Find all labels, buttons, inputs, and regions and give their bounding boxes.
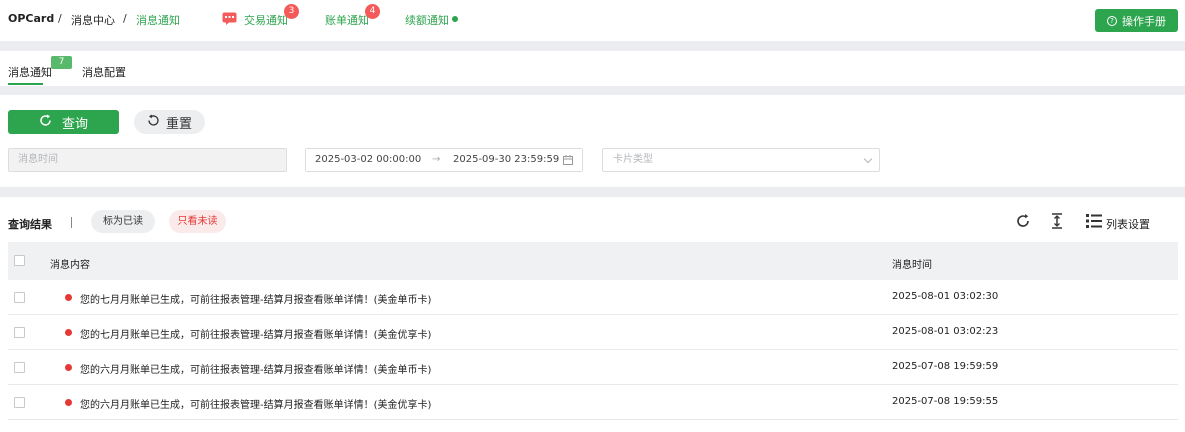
row-checkbox[interactable] (14, 292, 25, 303)
table-header: 消息内容 消息时间 (8, 242, 1178, 280)
refresh-icon (39, 114, 52, 131)
column-header-time[interactable]: 消息时间 (892, 256, 932, 271)
manual-button-label: 操作手册 (1122, 14, 1166, 28)
message-content[interactable]: 您的六月月账单已生成，可前往报表管理-结算月报查看账单详情！(美金单币卡) (80, 361, 431, 376)
query-button[interactable]: 查询 (8, 110, 119, 134)
message-time: 2025-08-01 03:02:23 (892, 326, 999, 337)
table-row[interactable]: 您的七月月账单已生成，可前往报表管理-结算月报查看账单详情！(美金优享卡) 20… (8, 315, 1178, 350)
row-height-icon[interactable] (1050, 213, 1064, 232)
tab-message-config[interactable]: 消息配置 (82, 64, 126, 80)
bill-notify-badge: 4 (365, 4, 380, 19)
results-title: 查询结果 (8, 218, 52, 231)
message-content[interactable]: 您的六月月账单已生成，可前往报表管理-结算月报查看账单详情！(美金优享卡) (80, 396, 431, 411)
message-time-input[interactable]: 消息时间 (8, 148, 287, 172)
row-checkbox[interactable] (14, 362, 25, 373)
row-checkbox[interactable] (14, 397, 25, 408)
calendar-icon (563, 155, 573, 168)
unread-dot (65, 329, 72, 336)
message-time: 2025-07-08 19:59:59 (892, 361, 999, 372)
breadcrumb-current: 消息通知 (136, 14, 180, 27)
renewal-notify-dot (452, 16, 458, 22)
breadcrumb-parent[interactable]: 消息中心 (71, 12, 115, 28)
trade-notify-link[interactable]: 交易通知 (244, 12, 288, 28)
trade-notify-badge: 3 (284, 4, 299, 19)
renewal-notify-link[interactable]: 续额通知 (405, 12, 449, 28)
tab-bar: 消息通知 7 消息配置 (0, 51, 1185, 86)
row-checkbox[interactable] (14, 327, 25, 338)
range-start[interactable]: 2025-03-02 00:00:00 (315, 154, 421, 165)
table-row[interactable]: 您的六月月账单已生成，可前往报表管理-结算月报查看账单详情！(美金优享卡) 20… (8, 385, 1178, 420)
unread-dot (65, 399, 72, 406)
unread-dot (65, 364, 72, 371)
breadcrumb-separator: / (58, 12, 62, 25)
top-bar: OPCard / 消息中心 / 消息通知 交易通知 3 账单通知 4 续额通知 … (0, 0, 1185, 41)
bill-notify-link[interactable]: 账单通知 (325, 12, 369, 28)
select-all-checkbox[interactable] (14, 255, 25, 266)
question-icon: ? (1107, 15, 1117, 26)
card-type-select[interactable]: 卡片类型 (602, 148, 880, 172)
breadcrumb-separator: / (123, 12, 127, 25)
unread-dot (65, 294, 72, 301)
message-content[interactable]: 您的七月月账单已生成，可前往报表管理-结算月报查看账单详情！(美金单币卡) (80, 291, 431, 306)
refresh-icon[interactable] (1015, 213, 1031, 232)
query-panel: 查询 重置 消息时间 2025-03-02 00:00:00 → 2025-09… (0, 95, 1185, 187)
breadcrumb-root[interactable]: OPCard (8, 12, 54, 25)
reset-icon (147, 114, 160, 131)
tab-message-notify[interactable]: 消息通知 (8, 64, 52, 80)
range-end[interactable]: 2025-09-30 23:59:59 (453, 154, 559, 165)
message-time: 2025-08-01 03:02:30 (892, 291, 999, 302)
table-row[interactable]: 您的七月月账单已生成，可前往报表管理-结算月报查看账单详情！(美金单币卡) 20… (8, 280, 1178, 315)
results-panel: 查询结果 标为已读 只看未读 列表设置 消息内容 消息时间 您的七月月账单已生成… (0, 197, 1185, 432)
tab-message-notify-badge: 7 (51, 56, 72, 69)
list-settings-label[interactable]: 列表设置 (1106, 216, 1150, 232)
divider (71, 217, 72, 228)
date-range-picker[interactable]: 2025-03-02 00:00:00 → 2025-09-30 23:59:5… (305, 148, 583, 172)
only-unread-button[interactable]: 只看未读 (169, 210, 226, 233)
message-time: 2025-07-08 19:59:55 (892, 396, 999, 407)
active-tab-indicator (8, 83, 43, 85)
chevron-down-icon (863, 154, 873, 164)
trade-notify-icon (222, 12, 237, 28)
manual-button[interactable]: ? 操作手册 (1095, 9, 1178, 32)
reset-button-label: 重置 (165, 116, 192, 132)
query-button-label: 查询 (61, 116, 88, 132)
table-row[interactable]: 您的六月月账单已生成，可前往报表管理-结算月报查看账单详情！(美金单币卡) 20… (8, 350, 1178, 385)
column-header-content: 消息内容 (50, 260, 90, 271)
card-type-placeholder: 卡片类型 (613, 154, 653, 165)
reset-button[interactable]: 重置 (134, 110, 205, 134)
range-arrow: → (432, 154, 441, 165)
message-content[interactable]: 您的七月月账单已生成，可前往报表管理-结算月报查看账单详情！(美金优享卡) (80, 326, 431, 341)
list-settings-icon[interactable] (1086, 213, 1102, 232)
mark-read-button[interactable]: 标为已读 (91, 210, 155, 233)
